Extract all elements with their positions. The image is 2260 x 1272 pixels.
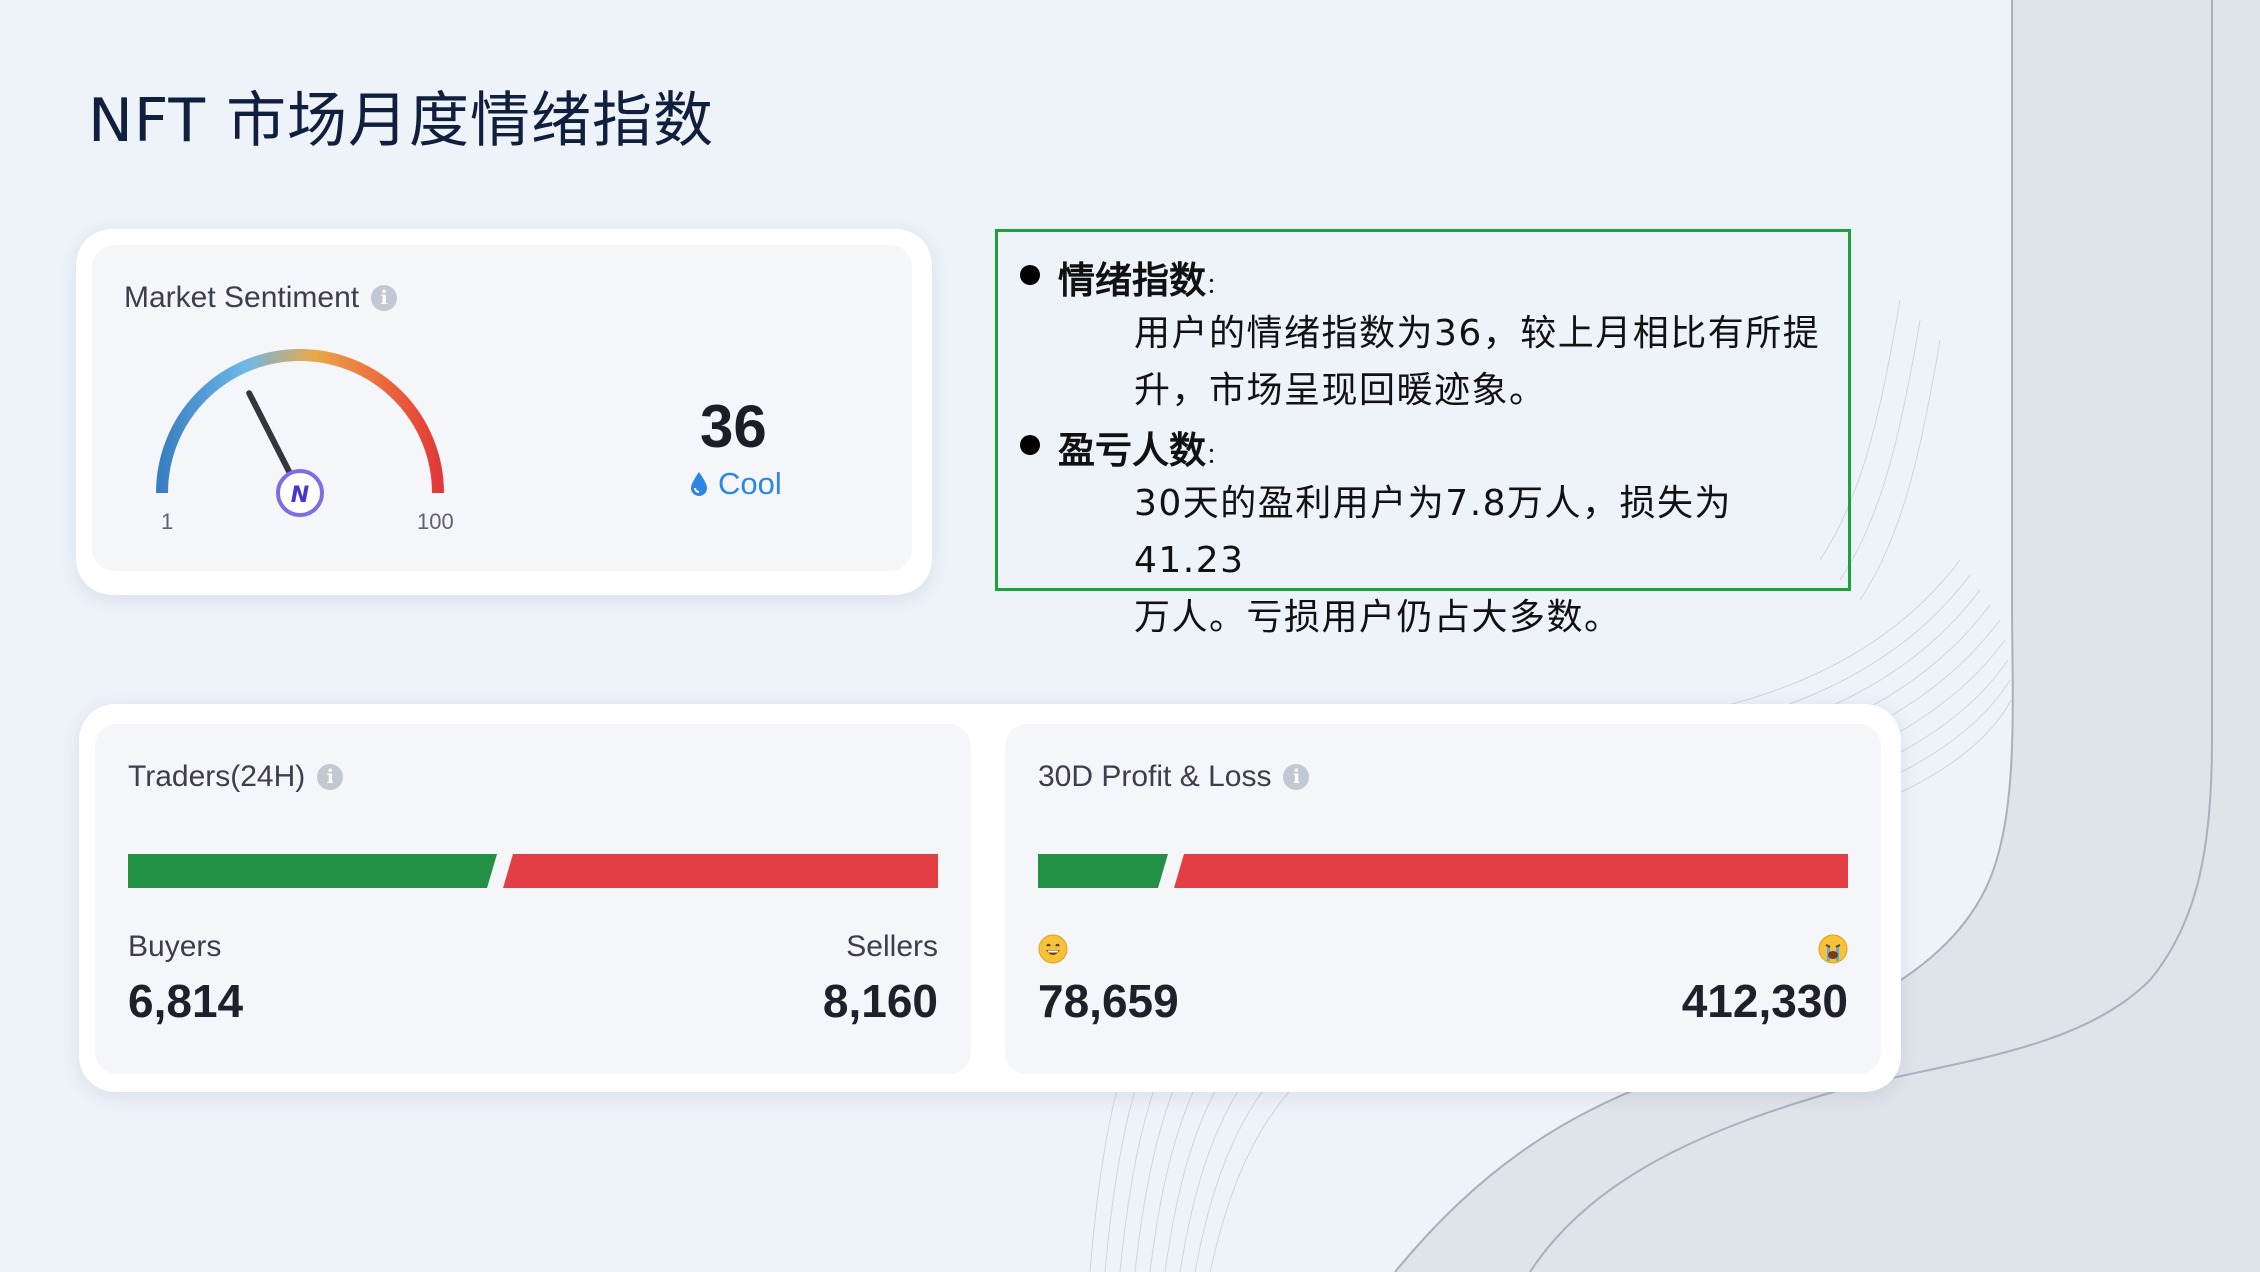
buyers-bar [128,854,497,888]
market-sentiment-card: Market Sentiment i N 1 100 36 Cool [76,229,932,595]
info-icon[interactable]: i [371,285,398,311]
pnl-panel: 30D Profit & Loss i 78,659 412,330 [1005,724,1881,1074]
sentiment-gauge: N [156,349,444,517]
sentiment-mood-label: Cool [718,466,782,501]
bullet-icon [1020,435,1040,455]
crying-face-icon [1818,934,1848,964]
sellers-bar [503,854,938,888]
traders-pnl-card: Traders(24H) i Buyers Sellers 6,814 8,16… [79,704,1901,1092]
note-item: 情绪指数： [1020,250,1228,304]
note-colon: ： [1206,444,1229,469]
market-sentiment-header: Market Sentiment i [124,281,398,315]
info-icon[interactable]: i [317,764,344,790]
buyers-value: 6,814 [128,975,244,1027]
buyers-label: Buyers [128,930,222,963]
info-icon[interactable]: i [1283,764,1310,790]
profit-bar [1038,854,1168,888]
note-colon: ： [1206,274,1229,299]
note-body: 30天的盈利用户为7.8万人，损失为41.23 万人。亏损用户仍占大多数。 [1134,475,1834,646]
pnl-header: 30D Profit & Loss i [1038,760,1310,794]
market-sentiment-label: Market Sentiment [124,281,360,314]
sellers-value: 8,160 [822,975,938,1027]
note-heading: 情绪指数 [1058,259,1206,302]
sentiment-mood: Cool [690,466,782,502]
traders-panel: Traders(24H) i Buyers Sellers 6,814 8,16… [95,724,971,1074]
note-item: 盈亏人数： [1020,420,1228,474]
svg-text:N: N [291,483,309,508]
loss-bar [1174,854,1848,888]
note-line: 30天的盈利用户为7.8万人，损失为41.23 [1134,483,1733,581]
sellers-label: Sellers [846,930,938,963]
notes-box: 情绪指数： 用户的情绪指数为36，较上月相比有所提 升，市场呈现回暖迹象。 盈亏… [995,229,1851,638]
traders-label: Traders(24H) [128,760,306,793]
water-drop-icon [691,472,707,496]
gauge-min-label: 1 [161,509,174,534]
page-title: NFT 市场月度情绪指数 [88,86,715,156]
traders-header: Traders(24H) i [128,760,344,794]
profit-value: 78,659 [1038,975,1179,1027]
note-body: 用户的情绪指数为36，较上月相比有所提 升，市场呈现回暖迹象。 [1134,305,1834,419]
sentiment-value: 36 [700,393,767,460]
note-line: 万人。亏损用户仍占大多数。 [1134,597,1622,638]
pnl-label: 30D Profit & Loss [1038,760,1272,793]
grinning-face-icon [1038,934,1068,964]
note-line: 升，市场呈现回暖迹象。 [1134,370,1547,411]
loss-value: 412,330 [1681,975,1848,1027]
gauge-max-label: 100 [417,509,454,534]
note-heading: 盈亏人数 [1058,429,1206,472]
bullet-icon [1020,265,1040,285]
note-line: 用户的情绪指数为36，较上月相比有所提 [1134,313,1821,354]
